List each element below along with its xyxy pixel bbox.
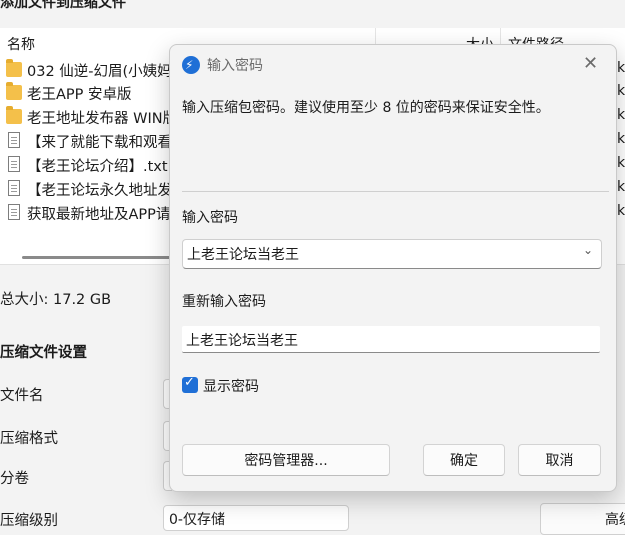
show-password-label[interactable]: 显示密码 [203,376,259,396]
file-name: 老王APP 安卓版 [27,87,132,103]
level-value: 0-仅存储 [169,512,225,528]
window-title: 添加文件到压缩文件 [0,0,126,11]
confirm-password-label: 重新输入密码 [182,294,266,310]
confirm-password-input[interactable]: 上老王论坛当老王 [182,326,600,353]
split-label: 分卷 [0,471,29,487]
file-name: 【老王论坛介绍】.txt [27,159,168,175]
document-icon [8,180,20,196]
dialog-description: 输入压缩包密码。建议使用至少 8 位的密码来保证安全性。 [182,100,550,116]
settings-heading: 压缩文件设置 [0,345,87,361]
folder-icon [6,82,22,100]
ok-button[interactable]: 确定 [423,444,505,476]
file-path-fragment: k [617,155,625,171]
file-path-fragment: k [617,179,625,195]
close-icon[interactable]: ✕ [583,53,598,74]
document-icon [8,204,20,220]
level-select[interactable]: 0-仅存储 [163,505,349,531]
password-label: 输入密码 [182,210,238,226]
file-name-label: 文件名 [0,388,44,404]
level-label: 压缩级别 [0,513,58,529]
total-size: 总大小: 17.2 GB [0,292,112,308]
file-path-fragment: k [617,83,625,99]
advanced-button[interactable]: 高级 [540,503,625,535]
app-lightning-icon [182,56,200,74]
cancel-button[interactable]: 取消 [518,444,601,476]
file-path-fragment: k [617,203,625,219]
format-label: 压缩格式 [0,431,58,447]
file-name: 【老王论坛永久地址发 [27,183,172,199]
divider [182,191,609,192]
show-password-checkbox[interactable] [182,375,198,393]
horizontal-scrollbar[interactable] [22,256,172,259]
advanced-button-label: 高级 [605,512,625,528]
file-name: 老王地址发布器 WIN版 [27,111,178,127]
file-path-fragment: k [617,107,625,123]
folder-icon [6,106,22,124]
file-path-fragment: k [617,60,625,76]
confirm-password-value: 上老王论坛当老王 [186,333,298,349]
file-name: 【来了就能下载和观看 [27,135,172,151]
dialog-title: 输入密码 [207,58,263,74]
folder-icon [6,59,22,77]
password-manager-button[interactable]: 密码管理器... [182,444,390,476]
file-path-fragment: k [617,131,625,147]
password-dialog: 输入密码 ✕ 输入压缩包密码。建议使用至少 8 位的密码来保证安全性。 输入密码… [169,44,617,492]
password-input[interactable]: 上老王论坛当老王 ⌄ [182,239,602,269]
document-icon [8,156,20,172]
file-name: 032 仙逆-幻眉(小姨妈 [27,64,172,80]
column-header-name[interactable]: 名称 [7,34,35,54]
document-icon [8,132,20,148]
password-value: 上老王论坛当老王 [187,247,299,263]
file-name: 获取最新地址及APP请 [27,207,171,223]
chevron-down-icon[interactable]: ⌄ [583,243,593,257]
